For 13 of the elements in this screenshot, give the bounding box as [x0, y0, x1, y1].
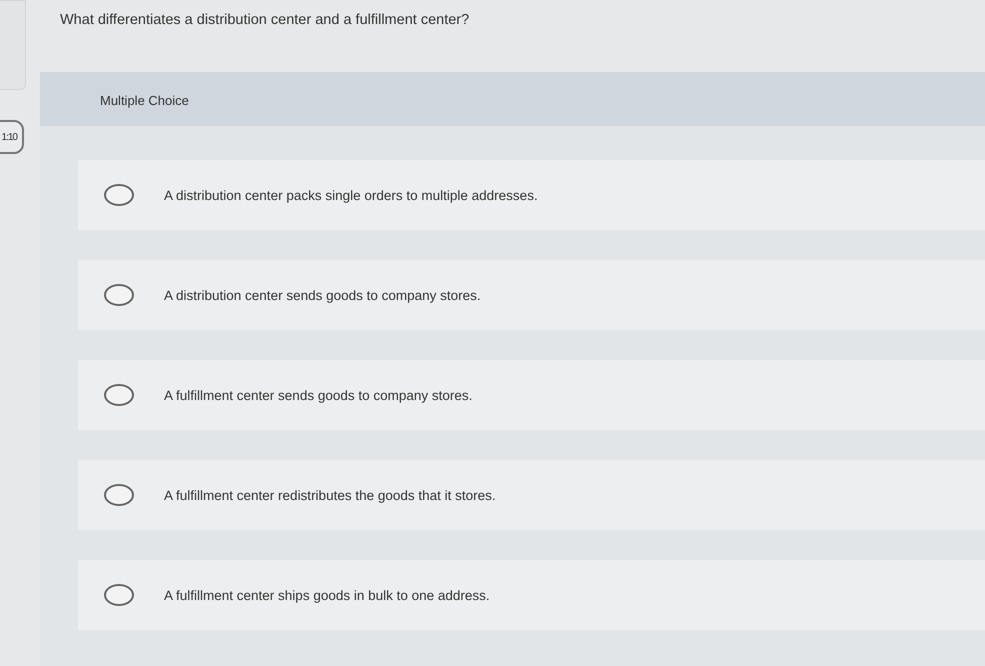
radio-button[interactable]: [104, 284, 134, 306]
question-type-label: Multiple Choice: [100, 92, 189, 108]
radio-button[interactable]: [104, 384, 134, 406]
option-label: A fulfillment center ships goods in bulk to one address.: [164, 588, 490, 602]
question-badge[interactable]: 1:10: [0, 120, 24, 154]
question-text: What differentiates a distribution center and a fulfillment center?: [59, 11, 470, 30]
option-label: A distribution center sends goods to company stores.: [164, 288, 481, 302]
option-label: A distribution center packs single orders to multiple addresses.: [164, 188, 538, 202]
option-label: A fulfillment center redistributes the goods that it stores.: [164, 488, 496, 502]
radio-button[interactable]: [104, 484, 134, 506]
radio-button[interactable]: [104, 584, 134, 606]
radio-button[interactable]: [104, 184, 134, 206]
option-label: A fulfillment center sends goods to company stores.: [164, 388, 472, 402]
